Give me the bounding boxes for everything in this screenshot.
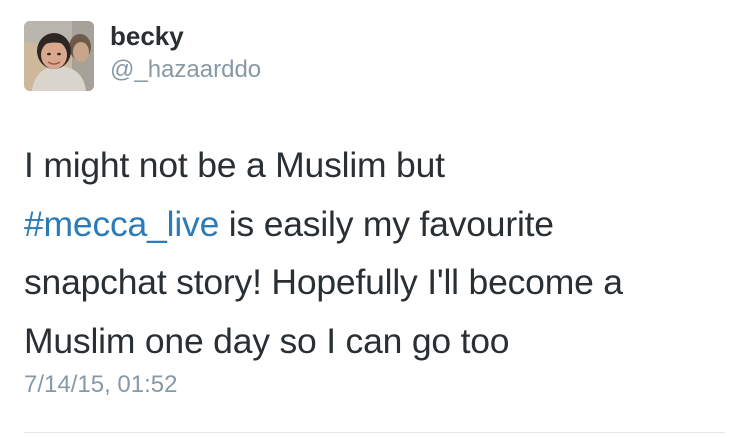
tweet-text-line: I might not be a Muslim but <box>24 145 445 185</box>
author-names: becky @_hazaarddo <box>110 21 261 85</box>
tweet-text-fragment: is easily my favourite <box>219 203 554 244</box>
divider <box>24 432 725 433</box>
tweet-text-line: snapchat story! Hopefully I'll become a <box>24 262 623 302</box>
avatar[interactable] <box>24 21 94 91</box>
tweet-text-line: Muslim one day so I can go too <box>24 320 510 361</box>
hashtag-link[interactable]: #mecca_live <box>24 204 219 244</box>
tweet-text-line: #mecca_live is easily my favourite <box>24 195 729 254</box>
tweet-text: I might not be a Muslim but #mecca_live … <box>24 136 729 370</box>
tweet-timestamp[interactable]: 7/14/15, 01:52 <box>24 370 177 400</box>
user-handle[interactable]: @_hazaarddo <box>110 55 261 85</box>
profile-photo-icon <box>24 21 94 91</box>
tweet-card: becky @_hazaarddo I might not be a Musli… <box>0 0 743 437</box>
display-name[interactable]: becky <box>110 21 261 51</box>
